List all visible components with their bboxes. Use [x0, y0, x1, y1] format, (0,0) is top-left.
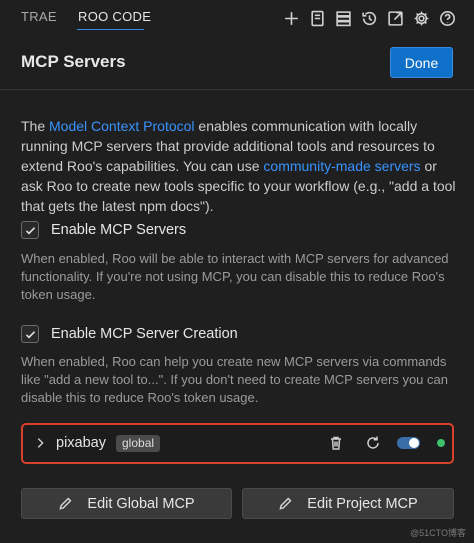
tab-bar: TRAE ROO CODE — [0, 0, 474, 35]
done-button[interactable]: Done — [390, 47, 453, 78]
plus-icon[interactable] — [278, 7, 304, 29]
enable-mcp-servers-label: Enable MCP Servers — [51, 222, 187, 238]
page-title: MCP Servers — [21, 52, 126, 71]
enable-mcp-servers-description: When enabled, Roo will be able to intera… — [21, 251, 449, 302]
server-name: pixabay — [56, 435, 106, 451]
history-panel-icon[interactable] — [304, 7, 330, 29]
enable-mcp-creation-row: Enable MCP Server Creation — [21, 325, 238, 343]
server-stack-icon[interactable] — [330, 7, 356, 29]
edit-project-mcp-label: Edit Project MCP — [307, 495, 418, 512]
refresh-icon[interactable] — [365, 435, 381, 451]
enable-mcp-servers-row: Enable MCP Servers — [21, 221, 186, 239]
clock-history-icon[interactable] — [356, 7, 382, 29]
gear-icon[interactable] — [408, 7, 434, 29]
model-context-protocol-link[interactable]: Model Context Protocol — [49, 118, 195, 134]
page-header: MCP Servers Done — [0, 36, 474, 88]
toolbar — [278, 7, 460, 29]
server-enabled-toggle[interactable] — [397, 437, 420, 449]
intro-text: The — [21, 118, 50, 134]
enable-mcp-creation-description: When enabled, Roo can help you create ne… — [21, 354, 448, 405]
toggle-knob — [409, 438, 419, 448]
tab-trae[interactable]: TRAE — [21, 9, 57, 24]
server-scope-badge: global — [116, 435, 161, 452]
help-icon[interactable] — [434, 7, 460, 29]
header-divider — [0, 89, 474, 90]
intro-paragraph: The Model Context Protocol enables commu… — [21, 116, 461, 216]
checkmark-icon — [25, 330, 35, 338]
watermark: @51CTO博客 — [410, 528, 466, 538]
trash-icon[interactable] — [328, 435, 344, 451]
tab-roo-code[interactable]: ROO CODE — [78, 9, 151, 24]
server-status-dot — [437, 439, 445, 447]
active-tab-indicator — [77, 29, 144, 30]
checkmark-icon — [25, 226, 35, 234]
community-servers-link[interactable]: community-made servers — [263, 158, 420, 174]
enable-mcp-creation-checkbox[interactable] — [21, 325, 39, 343]
edit-global-mcp-button[interactable]: Edit Global MCP — [21, 488, 232, 519]
chevron-right-icon[interactable] — [33, 436, 47, 450]
edit-global-mcp-label: Edit Global MCP — [87, 495, 195, 512]
edit-project-mcp-button[interactable]: Edit Project MCP — [242, 488, 454, 519]
pencil-icon — [279, 497, 292, 510]
enable-mcp-creation-label: Enable MCP Server Creation — [51, 326, 238, 342]
external-open-icon[interactable] — [382, 7, 408, 29]
enable-mcp-servers-checkbox[interactable] — [21, 221, 39, 239]
server-row-pixabay[interactable]: pixabay global — [21, 423, 454, 464]
pencil-icon — [59, 497, 72, 510]
